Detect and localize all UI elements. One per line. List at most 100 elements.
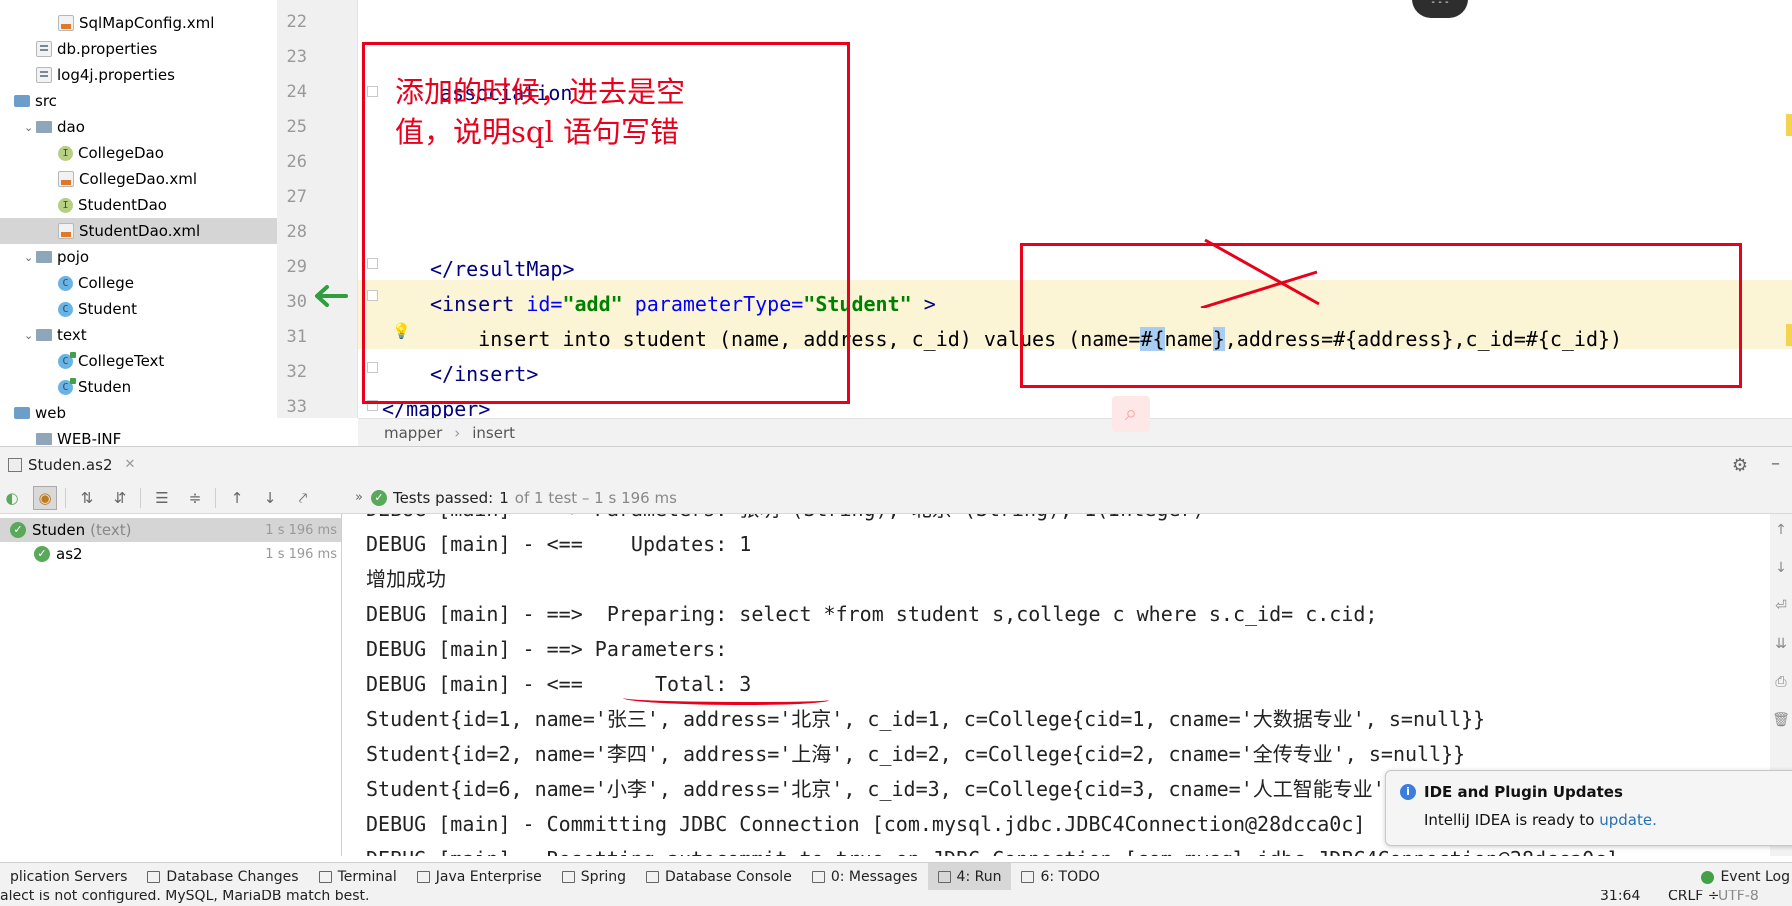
tree-item[interactable]: src <box>0 88 277 114</box>
tool-window-app-servers[interactable]: plication Servers <box>0 863 137 891</box>
close-icon[interactable]: ✕ <box>125 457 136 472</box>
lightbulb-icon[interactable]: 💡 <box>392 322 411 340</box>
tree-item-label: pojo <box>57 248 90 266</box>
tool-window-spring[interactable]: Spring <box>552 863 636 891</box>
caret-position[interactable]: 31:64 <box>1600 890 1640 904</box>
properties-file-icon <box>36 67 52 83</box>
console-line: 增加成功 <box>366 567 446 591</box>
tree-item[interactable]: ⌄ text <box>0 322 277 348</box>
tree-item[interactable]: C Studen <box>0 374 277 400</box>
todo-icon <box>1021 870 1035 883</box>
sort-duration-icon[interactable]: ⇵ <box>108 486 132 510</box>
tool-window-label: plication Servers <box>10 868 128 885</box>
tree-item[interactable]: StudentDao.xml <box>0 218 277 244</box>
fold-marker[interactable] <box>367 86 378 97</box>
clear-icon[interactable]: 🗑 <box>1770 712 1792 742</box>
scroll-to-end-icon[interactable]: ⇊ <box>1770 636 1792 666</box>
tool-window-label: Terminal <box>337 868 397 885</box>
tool-window-label: Java Enterprise <box>435 868 542 885</box>
more-icon[interactable]: » <box>355 490 363 505</box>
tree-item[interactable]: ⌄ pojo <box>0 244 277 270</box>
tree-item-label: dao <box>57 118 85 136</box>
previous-failed-icon[interactable]: ↑ <box>225 486 249 510</box>
search-icon[interactable]: ⌕ <box>1112 396 1150 432</box>
test-row[interactable]: ✓ as2 1 s 196 ms <box>0 542 341 566</box>
tree-item[interactable]: I CollegeDao <box>0 140 277 166</box>
status-bar: alect is not configured. MySQL, MariaDB … <box>0 890 1792 906</box>
tree-item-label: Student <box>78 300 138 318</box>
tool-window-todo[interactable]: 6: TODO <box>1011 863 1109 891</box>
tree-item[interactable]: CollegeDao.xml <box>0 166 277 192</box>
fold-marker[interactable] <box>367 400 378 411</box>
chevron-down-icon[interactable]: ⌄ <box>24 121 36 134</box>
rerun-icon[interactable]: ◐ <box>0 486 24 510</box>
web-folder-icon <box>14 407 30 419</box>
tool-window-run[interactable]: 4: Run <box>927 862 1012 891</box>
soft-wrap-icon[interactable]: ⏎ <box>1770 598 1792 628</box>
test-row[interactable]: ✓ Studen (text) 1 s 196 ms <box>0 518 341 542</box>
show-passed-icon[interactable]: ◉ <box>33 485 57 510</box>
tool-window-database-console[interactable]: Database Console <box>636 863 802 891</box>
tool-window-label: 0: Messages <box>830 868 918 885</box>
collapse-all-icon[interactable]: ≑ <box>183 486 207 510</box>
export-icon[interactable]: ⤤ <box>291 486 315 510</box>
run-tab[interactable]: Studen.as2 ✕ <box>0 456 135 474</box>
check-icon: ✓ <box>10 522 26 538</box>
scroll-down-icon[interactable]: ↓ <box>1770 560 1792 590</box>
notification-title: IDE and Plugin Updates <box>1424 783 1623 801</box>
gear-icon[interactable]: ⚙ <box>1732 455 1748 476</box>
fold-marker[interactable] <box>367 362 378 373</box>
line-number: 33 <box>286 397 307 417</box>
tree-item[interactable]: C College <box>0 270 277 296</box>
line-number: 31 <box>286 327 307 347</box>
breadcrumb-item[interactable]: insert <box>472 424 515 442</box>
scroll-marker[interactable] <box>1786 324 1792 346</box>
console-line: DEBUG [main] - ==> Parameters: <box>366 637 740 661</box>
sort-alpha-icon[interactable]: ⇅ <box>75 486 99 510</box>
tree-item[interactable]: WEB-INF <box>0 426 277 446</box>
code-editor[interactable]: association </resultMap> <insert id="add… <box>358 0 1792 418</box>
tree-item[interactable]: ⌄ dao <box>0 114 277 140</box>
line-separator[interactable]: CRLF ÷ <box>1668 890 1720 904</box>
event-log-button[interactable]: Event Log <box>1701 863 1792 891</box>
tree-item-label: College <box>78 274 134 292</box>
check-icon: ✓ <box>370 489 387 506</box>
expand-all-icon[interactable]: ☰ <box>150 486 174 510</box>
tree-item[interactable]: db.properties <box>0 36 277 62</box>
print-icon[interactable]: ⎙ <box>1770 674 1792 704</box>
tree-item[interactable]: web <box>0 400 277 426</box>
tree-item[interactable]: SqlMapConfig.xml <box>0 10 277 36</box>
next-failed-icon[interactable]: ↓ <box>258 486 282 510</box>
file-encoding[interactable]: UTF-8 <box>1718 890 1759 904</box>
brace-match: } <box>1212 327 1225 351</box>
tree-item[interactable]: C Student <box>0 296 277 322</box>
tool-window-java-enterprise[interactable]: Java Enterprise <box>407 863 552 891</box>
update-link[interactable]: update. <box>1599 811 1657 829</box>
event-log-label: Event Log <box>1720 869 1790 885</box>
breadcrumb-item[interactable]: mapper <box>384 424 442 442</box>
info-icon: i <box>1400 784 1416 800</box>
tool-window-database-changes[interactable]: Database Changes <box>137 863 308 891</box>
line-number: 30 <box>286 292 307 312</box>
tree-item[interactable]: I StudentDao <box>0 192 277 218</box>
scroll-marker[interactable] <box>1786 114 1792 136</box>
minimize-icon[interactable]: – <box>1771 453 1780 474</box>
code-token: insert into student (name, address, c_id… <box>430 327 1141 351</box>
tree-item[interactable]: log4j.properties <box>0 62 277 88</box>
test-class-icon: C <box>58 377 76 395</box>
database-changes-icon <box>147 870 161 883</box>
line-number: 27 <box>286 187 307 207</box>
scroll-up-icon[interactable]: ↑ <box>1770 522 1792 552</box>
tree-item-label: log4j.properties <box>57 66 175 84</box>
tool-window-messages[interactable]: 0: Messages <box>802 863 928 891</box>
chevron-down-icon[interactable]: ⌄ <box>24 329 36 342</box>
fold-marker[interactable] <box>367 258 378 269</box>
chevron-down-icon[interactable]: ⌄ <box>24 251 36 264</box>
tree-item-label: db.properties <box>57 40 158 58</box>
console-line: Student{id=6, name='小李', address='北京', c… <box>366 777 1506 801</box>
fold-marker[interactable] <box>367 290 378 301</box>
update-notification[interactable]: i IDE and Plugin Updates IntelliJ IDEA i… <box>1385 770 1792 846</box>
source-folder-icon <box>14 95 30 107</box>
tree-item[interactable]: C CollegeText <box>0 348 277 374</box>
tool-window-terminal[interactable]: Terminal <box>309 863 407 891</box>
